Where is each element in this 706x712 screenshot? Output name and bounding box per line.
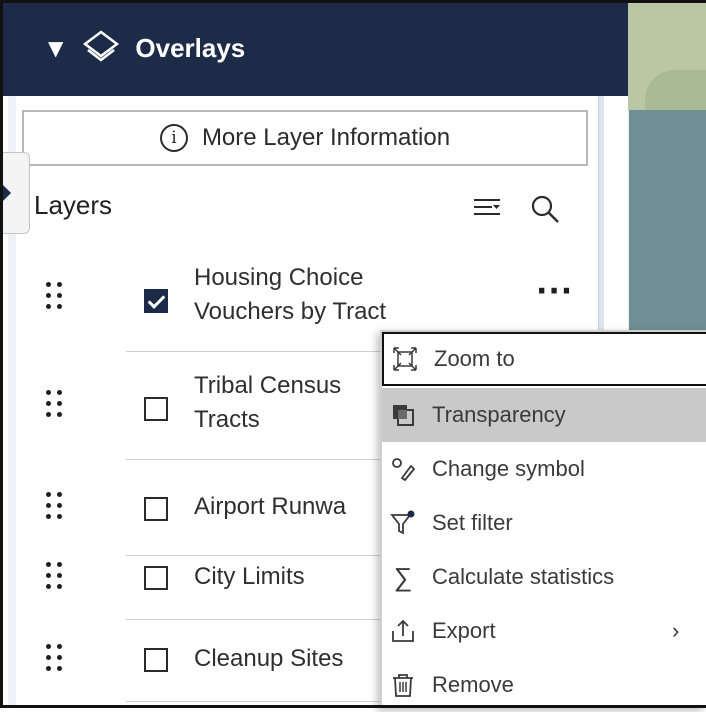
menu-item-label: Set filter [432,510,513,535]
layer-visibility-checkbox[interactable] [144,397,168,421]
header-title: Overlays [135,32,246,63]
layers-stack-icon [83,30,120,62]
menu-item-change-symbol[interactable]: Change symbol [382,442,706,496]
menu-item-transparency[interactable]: Transparency [382,388,706,442]
sigma-icon: ∑ [393,561,413,592]
chevron-right-icon: › [672,618,680,643]
menu-item-export[interactable]: Export › [382,604,706,658]
menu-item-label: Export [432,618,496,643]
layer-context-menu: Zoom to Transparency Change symbol Set f… [380,330,706,708]
menu-item-remove[interactable]: Remove [382,658,706,712]
overlays-header[interactable]: ▼ Overlays [0,0,628,96]
caret-down-icon[interactable]: ▼ [48,36,63,60]
layer-visibility-checkbox[interactable] [144,648,168,672]
layer-visibility-checkbox[interactable] [144,497,168,521]
transparency-icon [388,400,418,430]
layers-title: Layers [34,190,113,220]
layer-visibility-checkbox[interactable] [144,566,168,590]
search-icon[interactable] [528,192,562,226]
menu-item-label: Zoom to [434,346,515,371]
layer-options-icon[interactable] [470,192,504,226]
layer-visibility-checkbox[interactable] [144,289,168,313]
layer-name: Housing Choice Vouchers by Tract [194,264,387,325]
panel-collapse-tab[interactable] [0,152,30,234]
more-options-icon[interactable]: ··· [536,274,573,309]
menu-item-calculate-statistics[interactable]: ∑ Calculate statistics [382,550,706,604]
expand-arrow-icon [0,182,11,204]
export-icon [388,616,418,646]
zoom-to-icon [390,344,420,374]
filter-icon [388,508,418,538]
menu-item-label: Change symbol [432,456,585,481]
drag-handle-icon[interactable] [46,644,66,672]
change-symbol-icon [388,454,418,484]
menu-item-label: Calculate statistics [432,564,615,589]
info-icon: i [159,124,188,152]
drag-handle-icon[interactable] [46,562,66,590]
drag-handle-icon[interactable] [46,282,66,310]
more-layer-information-label: More Layer Information [201,124,451,151]
drag-handle-icon[interactable] [46,390,66,418]
more-layer-information-button[interactable]: i More Layer Information [22,110,588,166]
menu-item-label: Transparency [432,402,566,427]
menu-item-set-filter[interactable]: Set filter [382,496,706,550]
menu-item-label: Remove [432,672,514,697]
menu-item-zoom-to[interactable]: Zoom to [382,332,706,386]
drag-handle-icon[interactable] [46,492,66,520]
trash-icon [388,670,418,700]
